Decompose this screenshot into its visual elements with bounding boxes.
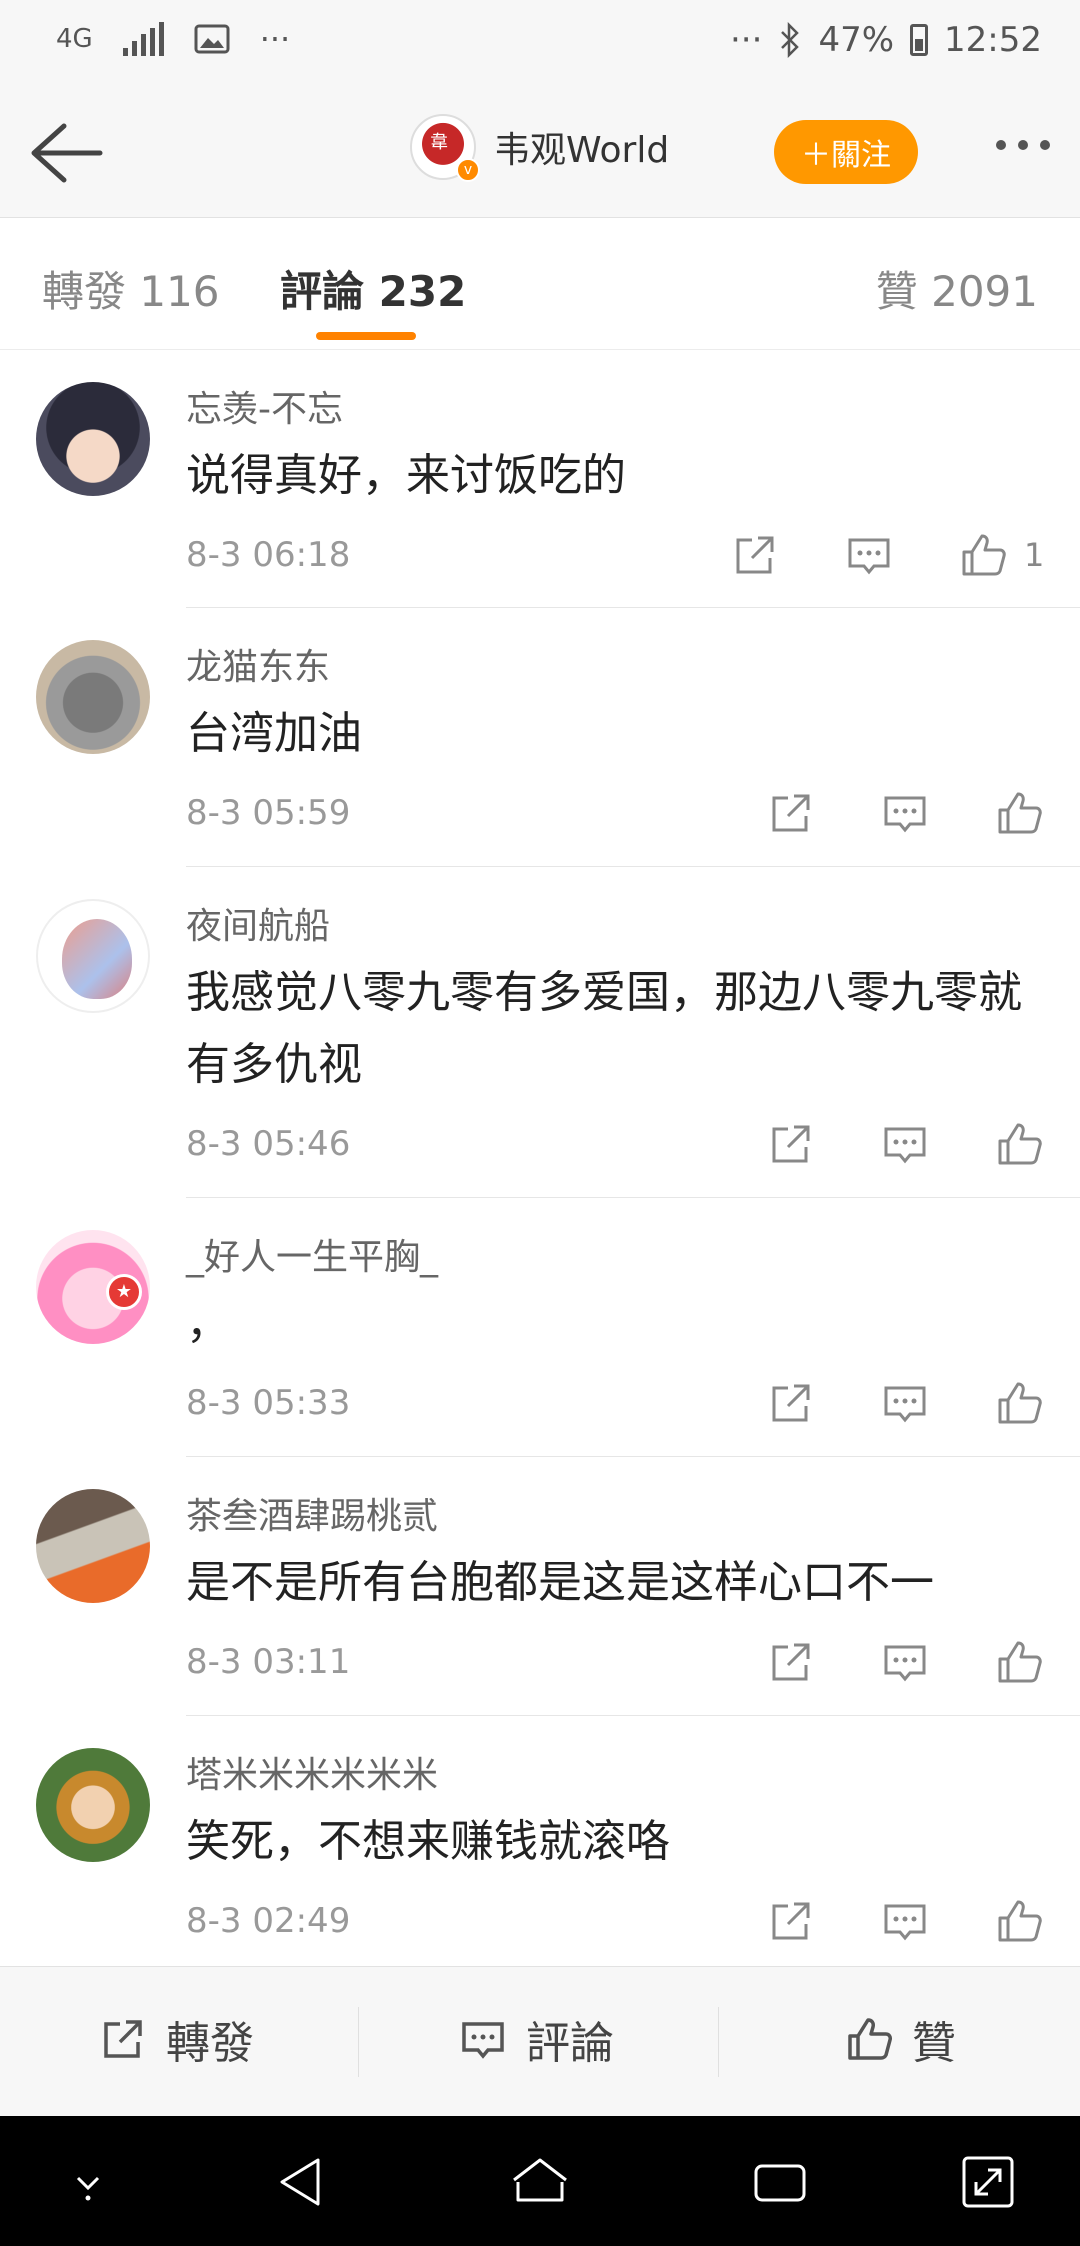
repost-icon[interactable]	[766, 1896, 816, 1946]
like-icon[interactable]	[994, 1896, 1044, 1946]
divider	[358, 2007, 359, 2077]
comment-item: 忘羡-不忘 说得真好，来讨饭吃的 8-3 06:18 1	[0, 350, 1080, 608]
nav-home-icon[interactable]	[508, 2150, 572, 2214]
comment-time: 8-3 05:46	[186, 1124, 351, 1164]
comment-author[interactable]: 龙猫东东	[186, 638, 330, 690]
avatar[interactable]	[36, 640, 150, 754]
repost-icon	[104, 2020, 142, 2058]
follow-button[interactable]: ＋關注	[774, 120, 918, 184]
hide-keyboard-icon[interactable]	[56, 2150, 120, 2214]
battery-percent: 47%	[818, 20, 895, 60]
signal-icon	[122, 22, 164, 56]
like-icon[interactable]	[994, 1119, 1044, 1169]
more-dots-icon: ···	[730, 20, 763, 60]
bluetooth-icon	[781, 22, 800, 58]
status-bar: 4G ··· ··· 47% 12:52	[0, 0, 1080, 90]
comment-text: 笑死，不想来赚钱就滚咯	[186, 1816, 670, 1867]
comment-button[interactable]: 評論	[458, 2007, 614, 2071]
comment-item: ★ _好人一生平胸_ ， 8-3 05:33	[0, 1198, 1080, 1457]
nav-back-icon[interactable]	[270, 2150, 334, 2214]
avatar[interactable]	[36, 899, 150, 1013]
comment-icon[interactable]	[880, 1378, 930, 1428]
comment-author[interactable]: 忘羡-不忘	[186, 380, 343, 432]
repost-icon[interactable]	[766, 1378, 816, 1428]
comment-text: 我感觉八零九零有多爱国，那边八零九零就有多仇视	[186, 967, 1022, 1090]
like-icon[interactable]	[958, 530, 1008, 580]
divider	[718, 2007, 719, 2077]
repost-icon[interactable]	[766, 1637, 816, 1687]
user-badge-icon: ★	[106, 1274, 142, 1310]
comment-icon[interactable]	[844, 530, 894, 580]
comment-item: 茶叁酒肆踢桃贰 是不是所有台胞都是这是这样心口不一 8-3 03:11	[0, 1457, 1080, 1716]
comment-label: 評論	[526, 2018, 614, 2069]
account-name[interactable]: 韦观World	[494, 121, 669, 173]
avatar[interactable]	[36, 382, 150, 496]
comment-time: 8-3 03:11	[186, 1642, 351, 1682]
comment-icon[interactable]	[880, 1637, 930, 1687]
comment-time: 8-3 05:59	[186, 793, 351, 833]
account-avatar[interactable]: 韋v	[410, 114, 480, 182]
system-nav-bar	[0, 2116, 1080, 2246]
header: 韋v 韦观World ＋關注	[0, 90, 1080, 218]
comment-author[interactable]: 夜间航船	[186, 897, 330, 949]
comment-text: 台湾加油	[186, 708, 362, 759]
comment-icon[interactable]	[880, 1119, 930, 1169]
account-info[interactable]: 韋v 韦观World	[410, 114, 669, 182]
like-count: 1	[1024, 536, 1045, 574]
clock: 12:52	[944, 20, 1042, 60]
comment-time: 8-3 02:49	[186, 1901, 351, 1941]
bottom-action-bar: 轉發 評論 贊	[0, 1966, 1080, 2116]
comment-time: 8-3 05:33	[186, 1383, 351, 1423]
like-button[interactable]: 贊	[844, 2007, 956, 2071]
tab-bar: 轉發 116 評論 232 贊 2091	[0, 218, 1080, 350]
tab-reposts[interactable]: 轉發 116	[42, 258, 220, 319]
repost-button[interactable]: 轉發	[98, 2007, 254, 2071]
back-arrow-icon[interactable]	[28, 120, 104, 186]
repost-icon[interactable]	[766, 1119, 816, 1169]
image-icon	[194, 24, 230, 54]
like-icon[interactable]	[994, 788, 1044, 838]
comment-icon[interactable]	[880, 788, 930, 838]
comment-item: 龙猫东东 台湾加油 8-3 05:59	[0, 608, 1080, 867]
battery-icon	[910, 24, 929, 56]
comment-icon[interactable]	[880, 1896, 930, 1946]
comment-text: 说得真好，来讨饭吃的	[186, 450, 626, 501]
repost-label: 轉發	[166, 2018, 254, 2069]
like-icon[interactable]	[994, 1637, 1044, 1687]
nav-recents-icon[interactable]	[748, 2150, 812, 2214]
comment-list: 忘羡-不忘 说得真好，来讨饭吃的 8-3 06:18 1 龙猫东东 台湾加油 8…	[0, 350, 1080, 1966]
like-icon	[848, 2018, 892, 2060]
comment-item: 夜间航船 我感觉八零九零有多爱国，那边八零九零就有多仇视 8-3 05:46	[0, 867, 1080, 1198]
like-label: 贊	[912, 2018, 956, 2069]
tab-comments[interactable]: 評論 232	[280, 258, 466, 319]
repost-icon[interactable]	[766, 788, 816, 838]
avatar[interactable]	[36, 1489, 150, 1603]
active-tab-indicator	[316, 332, 416, 340]
nav-expand-icon[interactable]	[956, 2150, 1020, 2214]
comment-time: 8-3 06:18	[186, 535, 351, 575]
comment-item: 塔米米米米米米 笑死，不想来赚钱就滚咯 8-3 02:49	[0, 1716, 1080, 1966]
verified-badge-icon: v	[456, 158, 480, 182]
comment-text: ，	[186, 1298, 230, 1349]
more-dots-icon: ···	[259, 20, 291, 58]
tab-likes[interactable]: 贊 2091	[876, 258, 1038, 319]
network-4g-icon: 4G	[56, 24, 93, 54]
comment-text: 是不是所有台胞都是这是这样心口不一	[186, 1557, 934, 1608]
comment-author[interactable]: _好人一生平胸_	[186, 1228, 438, 1280]
repost-icon[interactable]	[730, 530, 780, 580]
comment-author[interactable]: 茶叁酒肆踢桃贰	[186, 1487, 438, 1539]
like-icon[interactable]	[994, 1378, 1044, 1428]
comment-icon	[462, 2022, 504, 2059]
comment-author[interactable]: 塔米米米米米米	[186, 1746, 438, 1798]
avatar[interactable]	[36, 1748, 150, 1862]
more-options-icon[interactable]	[996, 140, 1050, 150]
